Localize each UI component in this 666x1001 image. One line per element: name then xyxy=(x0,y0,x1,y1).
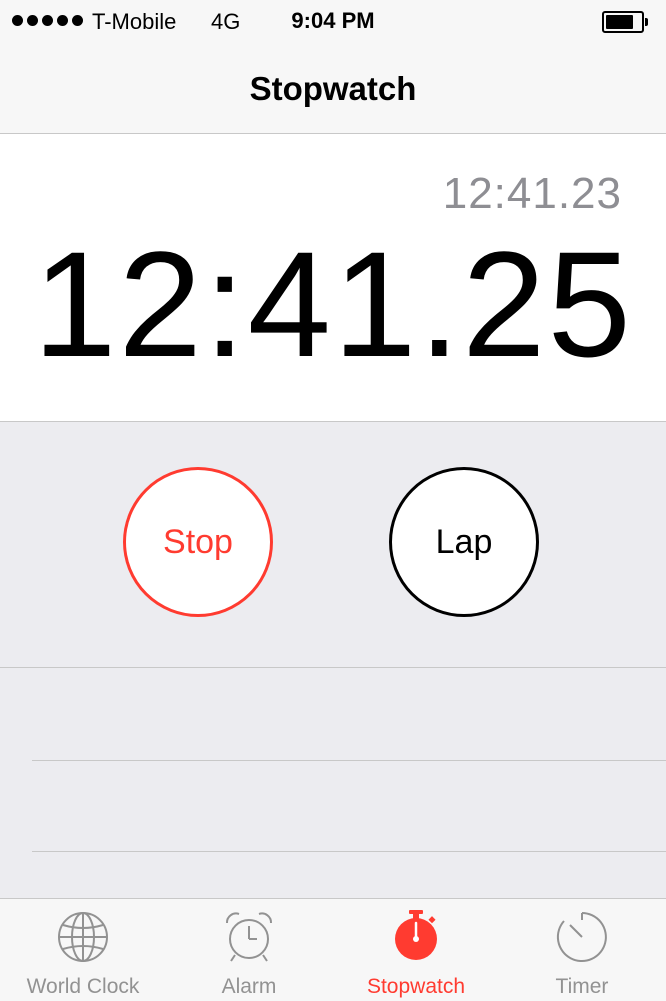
page-title: Stopwatch xyxy=(249,70,417,107)
alarm-clock-icon xyxy=(226,912,272,962)
globe-icon xyxy=(58,912,108,962)
tab-alarm[interactable]: Alarm xyxy=(166,899,332,1001)
controls-panel: Stop Lap xyxy=(0,422,666,668)
tab-label: Timer xyxy=(555,975,609,998)
tab-bar: World Clock Alarm Stopwatch Timer xyxy=(0,898,666,1001)
lap-button[interactable]: Lap xyxy=(389,467,539,617)
timer-icon xyxy=(556,912,607,962)
current-lap-time: 12:41.23 xyxy=(442,169,622,218)
tab-world-clock[interactable]: World Clock xyxy=(0,899,166,1001)
status-time: 9:04 PM xyxy=(291,8,375,33)
battery-icon xyxy=(602,11,648,33)
total-elapsed-time: 12:41.25 xyxy=(33,220,633,388)
tab-stopwatch[interactable]: Stopwatch xyxy=(333,899,499,1001)
stopwatch-icon xyxy=(395,910,437,960)
tab-label: Alarm xyxy=(221,975,277,998)
tab-label: Stopwatch xyxy=(366,975,466,998)
lap-row-divider xyxy=(32,851,666,852)
tab-timer[interactable]: Timer xyxy=(499,899,665,1001)
time-display: 12:41.23 12:41.25 xyxy=(0,134,666,422)
navigation-bar: Stopwatch xyxy=(0,44,666,134)
lap-list xyxy=(0,668,666,898)
stop-button[interactable]: Stop xyxy=(123,467,273,617)
tab-label: World Clock xyxy=(26,975,140,998)
lap-row-divider xyxy=(32,760,666,761)
status-bar: T-Mobile 4G 9:04 PM xyxy=(0,0,666,44)
